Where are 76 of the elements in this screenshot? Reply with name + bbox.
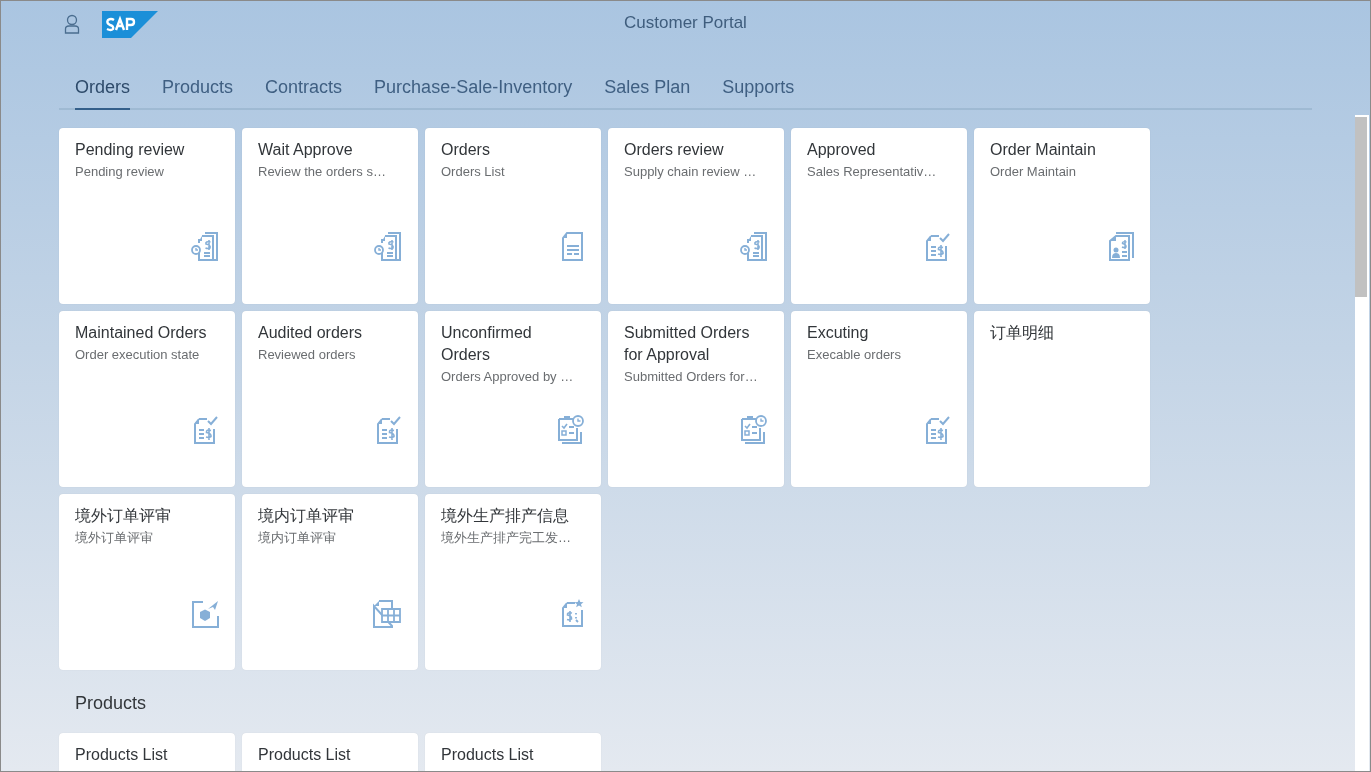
app-tile[interactable]: Products List [425,733,601,771]
logo-icon[interactable] [102,10,158,38]
invoice-check-icon [376,415,402,445]
app-tile[interactable]: Maintained Orders Order execution state [59,311,235,487]
tile-subtitle: Submitted Orders for… [624,368,759,386]
tile-title: Products List [75,745,169,765]
document-icon [561,232,585,262]
tile-title: Approved [807,140,877,160]
app-tile[interactable]: Pending review Pending review [59,128,235,304]
tile-title: Excuting [807,323,870,343]
tile-title: 境内订单评审 [258,506,355,526]
invoice-person-icon [1108,232,1134,262]
app-tile[interactable]: 境内订单评审 境内订单评审 [242,494,418,670]
box-arrow-icon [191,600,219,628]
app-tile[interactable]: 境外订单评审 境外订单评审 [59,494,235,670]
tile-subtitle: Pending review [75,163,165,181]
app-tile[interactable]: Products List [242,733,418,771]
group-heading: Products [74,692,148,715]
app-title: Customer Portal [624,13,747,33]
tile-subtitle: Order Maintain [990,163,1077,181]
tile-subtitle: Orders Approved by … [441,368,575,386]
tile-subtitle: 境内订单评审 [258,529,337,547]
app-tile[interactable]: Orders Orders List [425,128,601,304]
tile-subtitle: 境外生产排产完工发… [441,529,572,547]
tile-title: Orders review [624,140,725,160]
app-tile[interactable]: Wait Approve Review the orders s… [242,128,418,304]
tile-subtitle: Order execution state [75,346,201,364]
scrollbar-thumb[interactable] [1355,117,1367,297]
nav-tab[interactable]: Sales Plan [604,65,691,110]
tile-title: Wait Approve [258,140,354,160]
tile-subtitle: Review the orders s… [258,163,387,181]
tile-subtitle: Sales Representativ… [807,163,938,181]
app-tile[interactable]: Approved Sales Representativ… [791,128,967,304]
tile-title: Pending review [75,140,186,160]
user-icon[interactable] [64,14,80,34]
app-tile[interactable]: Products List [59,733,235,771]
invoice-star-icon [561,598,585,628]
nav-tab[interactable]: Contracts [265,65,343,110]
app-tile[interactable]: Orders review Supply chain review … [608,128,784,304]
document-table-icon [372,600,402,628]
tile-subtitle: 境外订单评审 [75,529,154,547]
tile-title: 境外订单评审 [75,506,172,526]
tile-subtitle: Orders List [441,163,506,181]
tile-title: Order Maintain [990,140,1097,160]
nav-tab[interactable]: Orders [75,65,130,110]
app-tile[interactable]: Audited orders Reviewed orders [242,311,418,487]
tile-title: Submitted Orders for Approval [624,323,751,365]
tile-title: Unconfirmed Orders [441,323,533,365]
tile-title: Products List [258,745,352,765]
tile-subtitle: Execable orders [807,346,902,364]
app-tile[interactable]: 订单明细 [974,311,1150,487]
tile-title: Audited orders [258,323,364,343]
invoice-check-icon [193,415,219,445]
tile-subtitle: Reviewed orders [258,346,357,364]
nav-tab[interactable]: Products [162,65,234,110]
app-tile[interactable]: 境外生产排产信息 境外生产排产完工发… [425,494,601,670]
nav-tab[interactable]: Purchase-Sale-Inventory [374,65,573,110]
tile-title: 订单明细 [990,323,1055,343]
tile-title: Maintained Orders [75,323,208,343]
app-tile[interactable]: Excuting Execable orders [791,311,967,487]
tile-title: 境外生产排产信息 [441,506,570,526]
scrollbar[interactable] [1355,115,1369,771]
tile-title: Orders [441,140,491,160]
nav-tab[interactable]: Supports [722,65,795,110]
invoice-check-icon [925,415,951,445]
invoice-clock-icon [374,232,402,262]
invoice-clock-icon [191,232,219,262]
clipboard-clock-icon [557,415,585,445]
app-tile[interactable]: Unconfirmed Orders Orders Approved by … [425,311,601,487]
tile-subtitle: Supply chain review … [624,163,758,181]
app-tile[interactable]: Order Maintain Order Maintain [974,128,1150,304]
app-tile[interactable]: Submitted Orders for Approval Submitted Orders for… [608,311,784,487]
tile-title: Products List [441,745,535,765]
invoice-clock-icon [740,232,768,262]
invoice-check-icon [925,232,951,262]
clipboard-clock-icon [740,415,768,445]
